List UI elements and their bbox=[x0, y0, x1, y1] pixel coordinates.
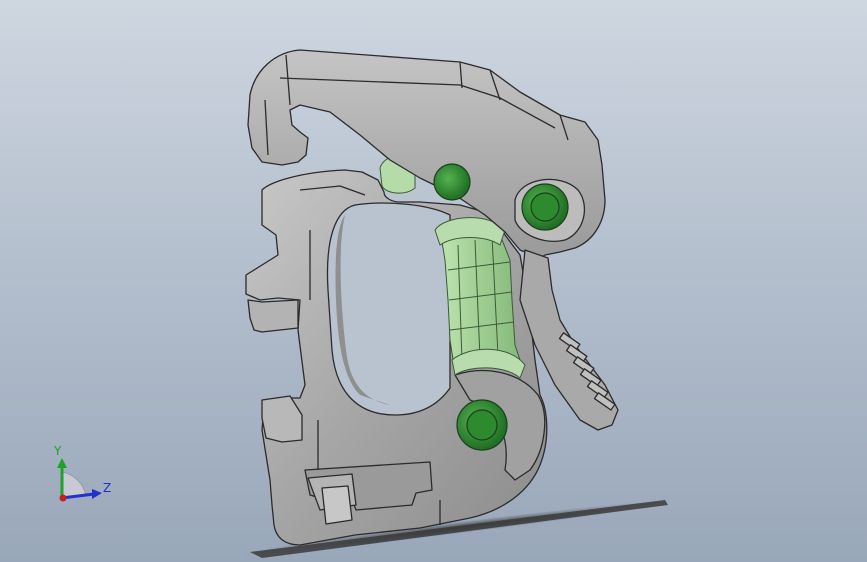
pin-upper-left bbox=[433, 163, 471, 201]
triad-z-arrowhead bbox=[92, 489, 102, 499]
cad-viewport[interactable]: Y Z bbox=[0, 0, 867, 562]
triad-y-label: Y bbox=[53, 444, 62, 458]
triad-x-axis bbox=[59, 494, 67, 502]
triad-z-label: Z bbox=[103, 481, 111, 495]
triad-y-arrowhead bbox=[57, 458, 67, 468]
left-tab-upper bbox=[247, 299, 299, 333]
clamp-opening bbox=[326, 202, 451, 416]
view-triad[interactable]: Y Z bbox=[53, 444, 111, 502]
